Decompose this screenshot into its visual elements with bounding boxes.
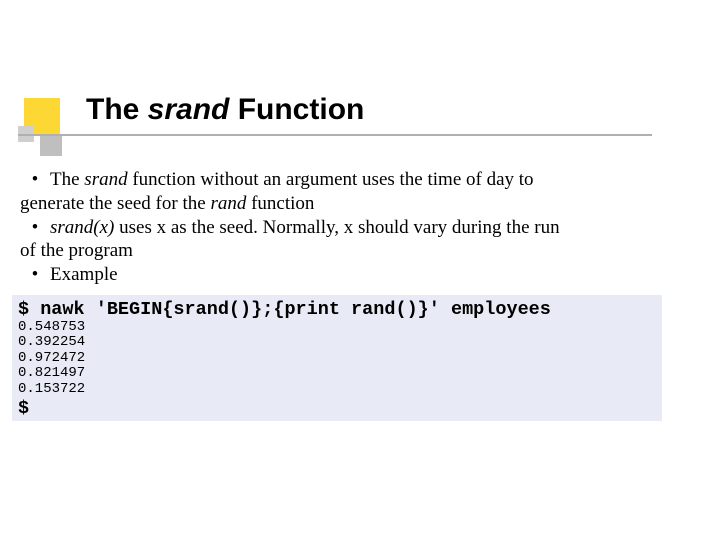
bullet-wrap: of the program [20, 239, 710, 263]
text: The [50, 169, 84, 190]
slide-body: The srand function without an argument u… [20, 168, 710, 287]
bullet-item-3: Example [20, 263, 710, 287]
text: generate the seed for the [20, 193, 210, 214]
title-underline [18, 134, 652, 136]
output-line: 0.548753 [18, 320, 656, 335]
rand-keyword: rand [210, 193, 246, 214]
bullet-item-1: The srand function without an argument u… [20, 168, 710, 216]
bullet-line: Example [20, 264, 118, 285]
code-block: $ nawk 'BEGIN{srand()};{print rand()}' e… [12, 295, 662, 421]
text: function without an argument uses the ti… [128, 169, 534, 190]
title-function: Function [229, 93, 364, 126]
output-line: 0.392254 [18, 335, 656, 350]
shell-prompt: $ [18, 397, 656, 419]
srand-keyword: srand [84, 169, 127, 190]
command-line: $ nawk 'BEGIN{srand()};{print rand()}' e… [18, 299, 656, 320]
bullet-list: The srand function without an argument u… [20, 168, 710, 287]
text: uses x as the seed. Normally, x should v… [114, 217, 559, 238]
output-line: 0.821497 [18, 366, 656, 381]
decor-square-grey-large [40, 134, 62, 156]
srandx-keyword: srand(x) [50, 217, 114, 238]
output-line: 0.972472 [18, 351, 656, 366]
bullet-wrap: generate the seed for the rand function [20, 192, 710, 216]
title-decoration [18, 98, 78, 158]
slide-title: The srand Function [86, 93, 364, 127]
text: function [246, 193, 314, 214]
bullet-line: srand(x) uses x as the seed. Normally, x… [20, 217, 560, 238]
output-line: 0.153722 [18, 382, 656, 397]
bullet-line: The srand function without an argument u… [20, 169, 534, 190]
title-srand: srand [148, 93, 230, 126]
bullet-item-2: srand(x) uses x as the seed. Normally, x… [20, 216, 710, 264]
title-the: The [86, 93, 148, 126]
